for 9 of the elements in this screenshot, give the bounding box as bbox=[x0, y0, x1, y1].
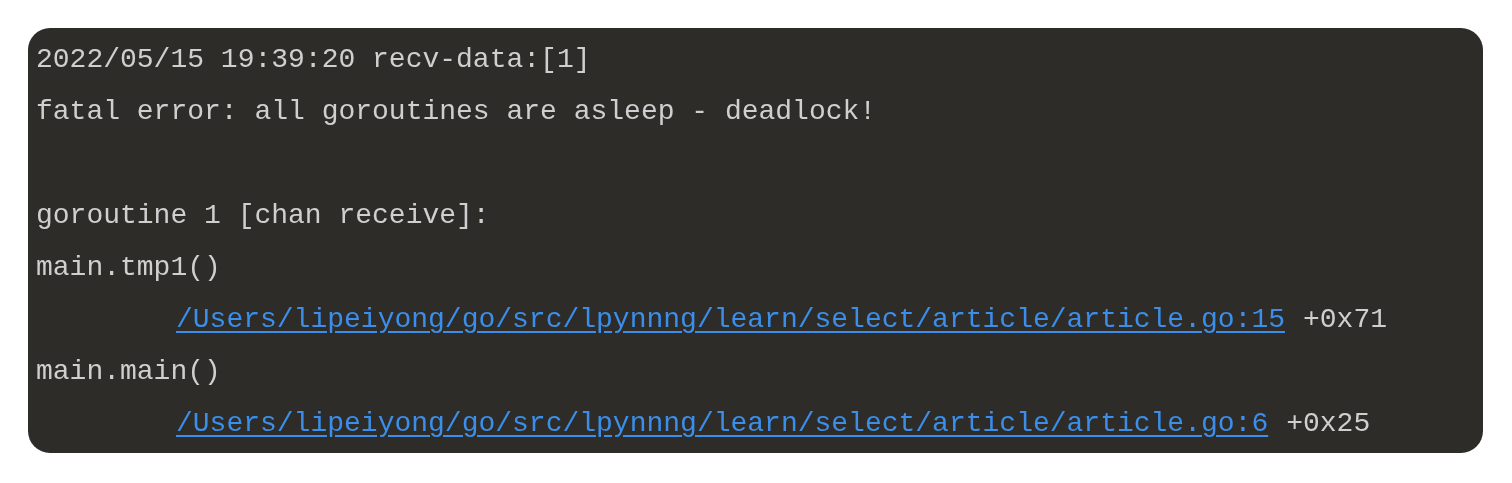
file-link[interactable]: /Users/lipeiyong/go/src/lpynnng/learn/select/article/article.go:6 bbox=[176, 403, 1269, 445]
output-line: main.main() bbox=[36, 355, 221, 389]
offset-text: +0x71 bbox=[1303, 303, 1387, 337]
offset-text: +0x25 bbox=[1286, 407, 1371, 441]
file-link[interactable]: /Users/lipeiyong/go/src/lpynnng/learn/select/article/article.go:15 bbox=[176, 299, 1285, 341]
output-line: goroutine 1 [chan receive]: bbox=[36, 199, 490, 233]
output-line: 2022/05/15 19:39:20 recv-data:[1] bbox=[36, 43, 591, 77]
output-line: fatal error: all goroutines are asleep - deadlock! bbox=[36, 95, 877, 129]
output-line: main.tmp1() bbox=[36, 251, 221, 285]
